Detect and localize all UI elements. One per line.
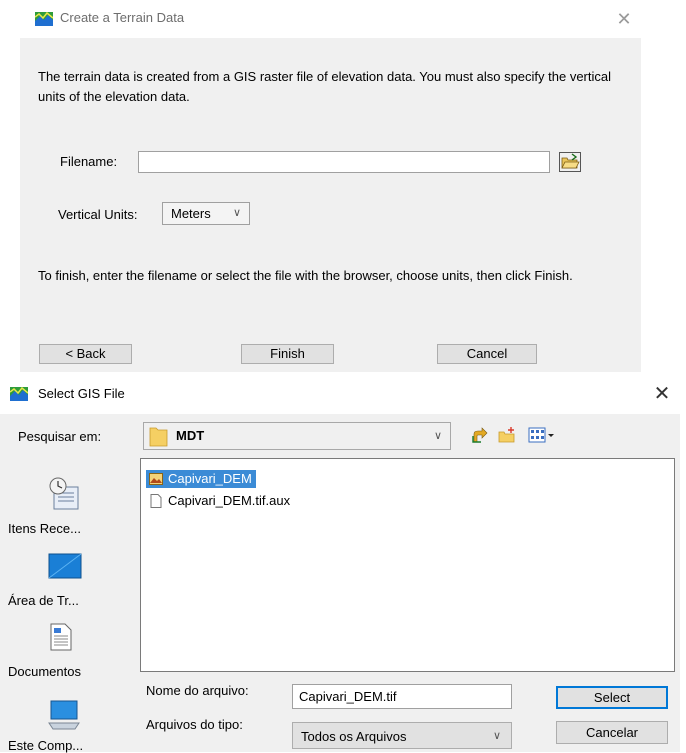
documents-icon[interactable]: [50, 623, 72, 651]
chevron-down-icon: ∨: [492, 730, 501, 742]
raster-file-icon: [149, 473, 163, 485]
browse-folder-icon[interactable]: [559, 152, 581, 172]
file-type-select[interactable]: Todos os Arquivos ∨: [292, 722, 512, 749]
create-terrain-titlebar: Create a Terrain Data ✕: [20, 0, 641, 38]
finish-hint-text: To finish, enter the filename or select …: [38, 268, 573, 283]
new-folder-icon[interactable]: [498, 427, 516, 443]
file-list[interactable]: Capivari_DEM Capivari_DEM.tif.aux: [140, 458, 675, 672]
up-folder-icon[interactable]: [472, 427, 488, 443]
file-name-input[interactable]: [292, 684, 512, 709]
vertical-units-label: Vertical Units:: [58, 207, 138, 222]
file-icon: [150, 494, 162, 508]
file-type-value: Todos os Arquivos: [301, 729, 407, 744]
look-in-label: Pesquisar em:: [18, 429, 102, 444]
create-terrain-dialog: Create a Terrain Data ✕ The terrain data…: [20, 0, 641, 372]
chevron-down-icon: ∨: [433, 430, 442, 442]
desktop-icon[interactable]: [48, 553, 82, 583]
computer-icon[interactable]: [47, 697, 81, 731]
place-documents[interactable]: Documentos: [8, 664, 128, 679]
vertical-units-value: Meters: [171, 206, 211, 221]
ras-app-icon: [10, 387, 28, 401]
folder-icon: [149, 427, 168, 447]
vertical-units-select[interactable]: Meters ∨: [162, 202, 250, 225]
intro-text: The terrain data is created from a GIS r…: [38, 69, 612, 104]
filename-input[interactable]: [138, 151, 550, 173]
select-button[interactable]: Select: [556, 686, 668, 709]
recent-items-icon[interactable]: [47, 477, 81, 511]
place-this-pc[interactable]: Este Comp...: [8, 738, 128, 753]
view-menu-icon[interactable]: [528, 427, 556, 443]
cancel-button[interactable]: Cancel: [437, 344, 537, 364]
dialog-title: Create a Terrain Data: [60, 10, 185, 25]
place-recent-items[interactable]: Itens Rece...: [8, 521, 128, 536]
file-item-capivari-dem-aux[interactable]: Capivari_DEM.tif.aux: [146, 492, 294, 510]
chevron-down-icon: ∨: [232, 207, 241, 219]
back-button[interactable]: < Back: [39, 344, 132, 364]
finish-button[interactable]: Finish: [241, 344, 334, 364]
look-in-select[interactable]: MDT ∨: [143, 422, 451, 450]
place-desktop[interactable]: Área de Tr...: [8, 593, 128, 608]
file-item-capivari-dem[interactable]: Capivari_DEM: [146, 470, 256, 488]
close-icon[interactable]: ✕: [613, 8, 635, 30]
file-name: Capivari_DEM: [168, 471, 252, 486]
file-name-label: Nome do arquivo:: [146, 683, 249, 698]
file-name: Capivari_DEM.tif.aux: [168, 493, 291, 508]
filename-label: Filename:: [60, 154, 118, 169]
dialog-title: Select GIS File: [38, 386, 125, 401]
cancel-button[interactable]: Cancelar: [556, 721, 668, 744]
look-in-value: MDT: [176, 428, 205, 443]
ras-app-icon: [35, 12, 53, 26]
file-type-label: Arquivos do tipo:: [146, 717, 243, 732]
close-icon[interactable]: ✕: [651, 383, 673, 405]
